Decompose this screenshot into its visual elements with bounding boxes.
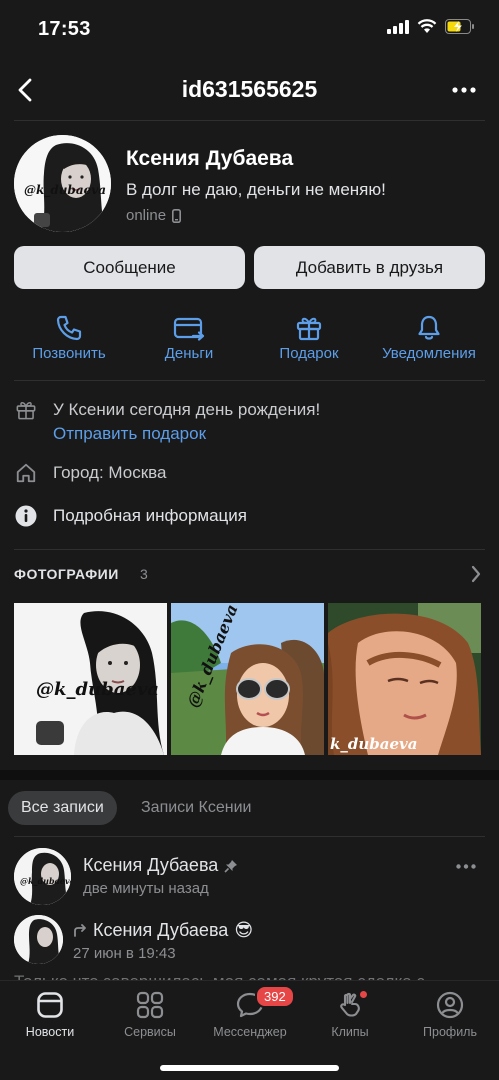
photos-count: 3 <box>140 566 148 582</box>
tab-messenger[interactable]: 392 Мессенджер <box>202 985 298 1039</box>
tab-news-label: Новости <box>25 1025 75 1039</box>
page-title: id631565625 <box>181 76 318 102</box>
repost-author[interactable]: Ксения Дубаева 😎 <box>73 920 253 941</box>
details-text: Подробная информация <box>53 506 247 525</box>
section-separator <box>0 770 499 780</box>
photo-thumbnail[interactable]: @k_dubaeva <box>171 603 324 755</box>
online-status: online <box>126 207 182 224</box>
details-row[interactable]: Подробная информация <box>14 504 485 528</box>
gift-label: Подарок <box>279 345 339 362</box>
gift-icon <box>296 317 322 341</box>
tab-messenger-label: Мессенджер <box>213 1025 287 1039</box>
tab-services-label: Сервисы <box>124 1025 176 1039</box>
profile-status: В долг не даю, деньги не меняю! <box>126 180 386 199</box>
add-friend-button[interactable]: Добавить в друзья <box>254 246 485 289</box>
tab-own-posts[interactable]: Записи Ксении <box>141 799 251 817</box>
tab-services[interactable]: Сервисы <box>102 989 198 1039</box>
birthday-row: У Ксении сегодня день рождения! Отправит… <box>14 398 485 446</box>
divider <box>14 836 485 837</box>
status-time: 17:53 <box>38 18 91 40</box>
tab-clips-label: Клипы <box>331 1025 369 1039</box>
status-icons <box>387 19 475 34</box>
battery-icon <box>445 19 474 34</box>
online-label: online <box>126 207 167 224</box>
add-friend-button-label: Добавить в друзья <box>295 257 444 277</box>
more-icon <box>452 87 476 93</box>
call-action[interactable]: Позвонить <box>14 308 124 362</box>
message-button-label: Сообщение <box>83 257 176 277</box>
status-bar: 17:53 <box>0 0 499 60</box>
tab-profile-label: Профиль <box>423 1025 477 1039</box>
home-icon <box>16 463 36 483</box>
repost-icon <box>74 924 86 937</box>
card-icon <box>173 317 205 341</box>
home-indicator <box>160 1065 339 1071</box>
photo-thumbnail[interactable]: k_dubaeva <box>328 603 481 755</box>
tab-news[interactable]: Новости <box>2 989 98 1039</box>
photo-caption: @k_dubaeva <box>36 679 159 700</box>
post-author-name: Ксения Дубаева <box>83 855 219 875</box>
photo-thumbnail[interactable]: @k_dubaeva <box>14 603 167 755</box>
profile-icon <box>436 991 464 1019</box>
messenger-badge: 392 <box>255 985 295 1008</box>
avatar-caption: @k_dubaeva <box>24 183 106 197</box>
divider <box>14 380 485 381</box>
photos-header[interactable]: ФОТОГРАФИИ <box>14 566 119 582</box>
money-action[interactable]: Деньги <box>134 308 244 362</box>
wifi-icon <box>417 19 437 33</box>
profile-name: Ксения Дубаева <box>126 147 294 170</box>
post-avatar[interactable]: @k_dubaeva <box>14 848 71 905</box>
call-label: Позвонить <box>32 345 106 362</box>
tab-all-posts[interactable]: Все записи <box>8 791 117 825</box>
info-icon <box>15 505 37 527</box>
nav-bar: id631565625 <box>0 60 499 120</box>
news-icon <box>37 992 63 1018</box>
more-button[interactable] <box>449 78 479 102</box>
city-row: Город: Москва <box>14 461 485 485</box>
tab-clips[interactable]: Клипы <box>302 989 398 1039</box>
message-button[interactable]: Сообщение <box>14 246 245 289</box>
send-gift-link[interactable]: Отправить подарок <box>53 422 320 446</box>
repost-author-name: Ксения Дубаева <box>93 920 229 940</box>
post-more-icon[interactable] <box>456 864 476 869</box>
services-icon <box>136 991 164 1019</box>
divider <box>14 549 485 550</box>
phone-icon <box>56 315 82 341</box>
sunglasses-emoji: 😎 <box>234 920 254 940</box>
pin-icon <box>224 859 238 873</box>
chevron-right-icon[interactable] <box>471 565 481 583</box>
post-avatar-caption: @k_dubaeva <box>20 876 71 886</box>
mobile-icon <box>172 208 182 223</box>
city-text: Город: Москва <box>53 463 167 482</box>
divider <box>14 120 485 121</box>
clips-new-dot <box>360 991 367 998</box>
post-time: две минуты назад <box>83 880 209 897</box>
tab-all-posts-label: Все записи <box>21 799 104 816</box>
repost-time: 27 июн в 19:43 <box>73 945 176 962</box>
gift-icon <box>16 402 36 420</box>
repost-avatar[interactable] <box>14 915 63 964</box>
post-author[interactable]: Ксения Дубаева <box>83 855 238 876</box>
gift-action[interactable]: Подарок <box>254 308 364 362</box>
signal-icon <box>387 19 409 34</box>
avatar[interactable]: @k_dubaeva <box>14 135 111 232</box>
bell-icon <box>418 315 440 340</box>
tab-profile[interactable]: Профиль <box>402 989 498 1039</box>
photo-caption: k_dubaeva <box>330 735 418 753</box>
birthday-text: У Ксении сегодня день рождения! <box>53 400 321 419</box>
notifications-action[interactable]: Уведомления <box>374 308 484 362</box>
money-label: Деньги <box>164 345 214 362</box>
notifications-label: Уведомления <box>382 345 476 362</box>
